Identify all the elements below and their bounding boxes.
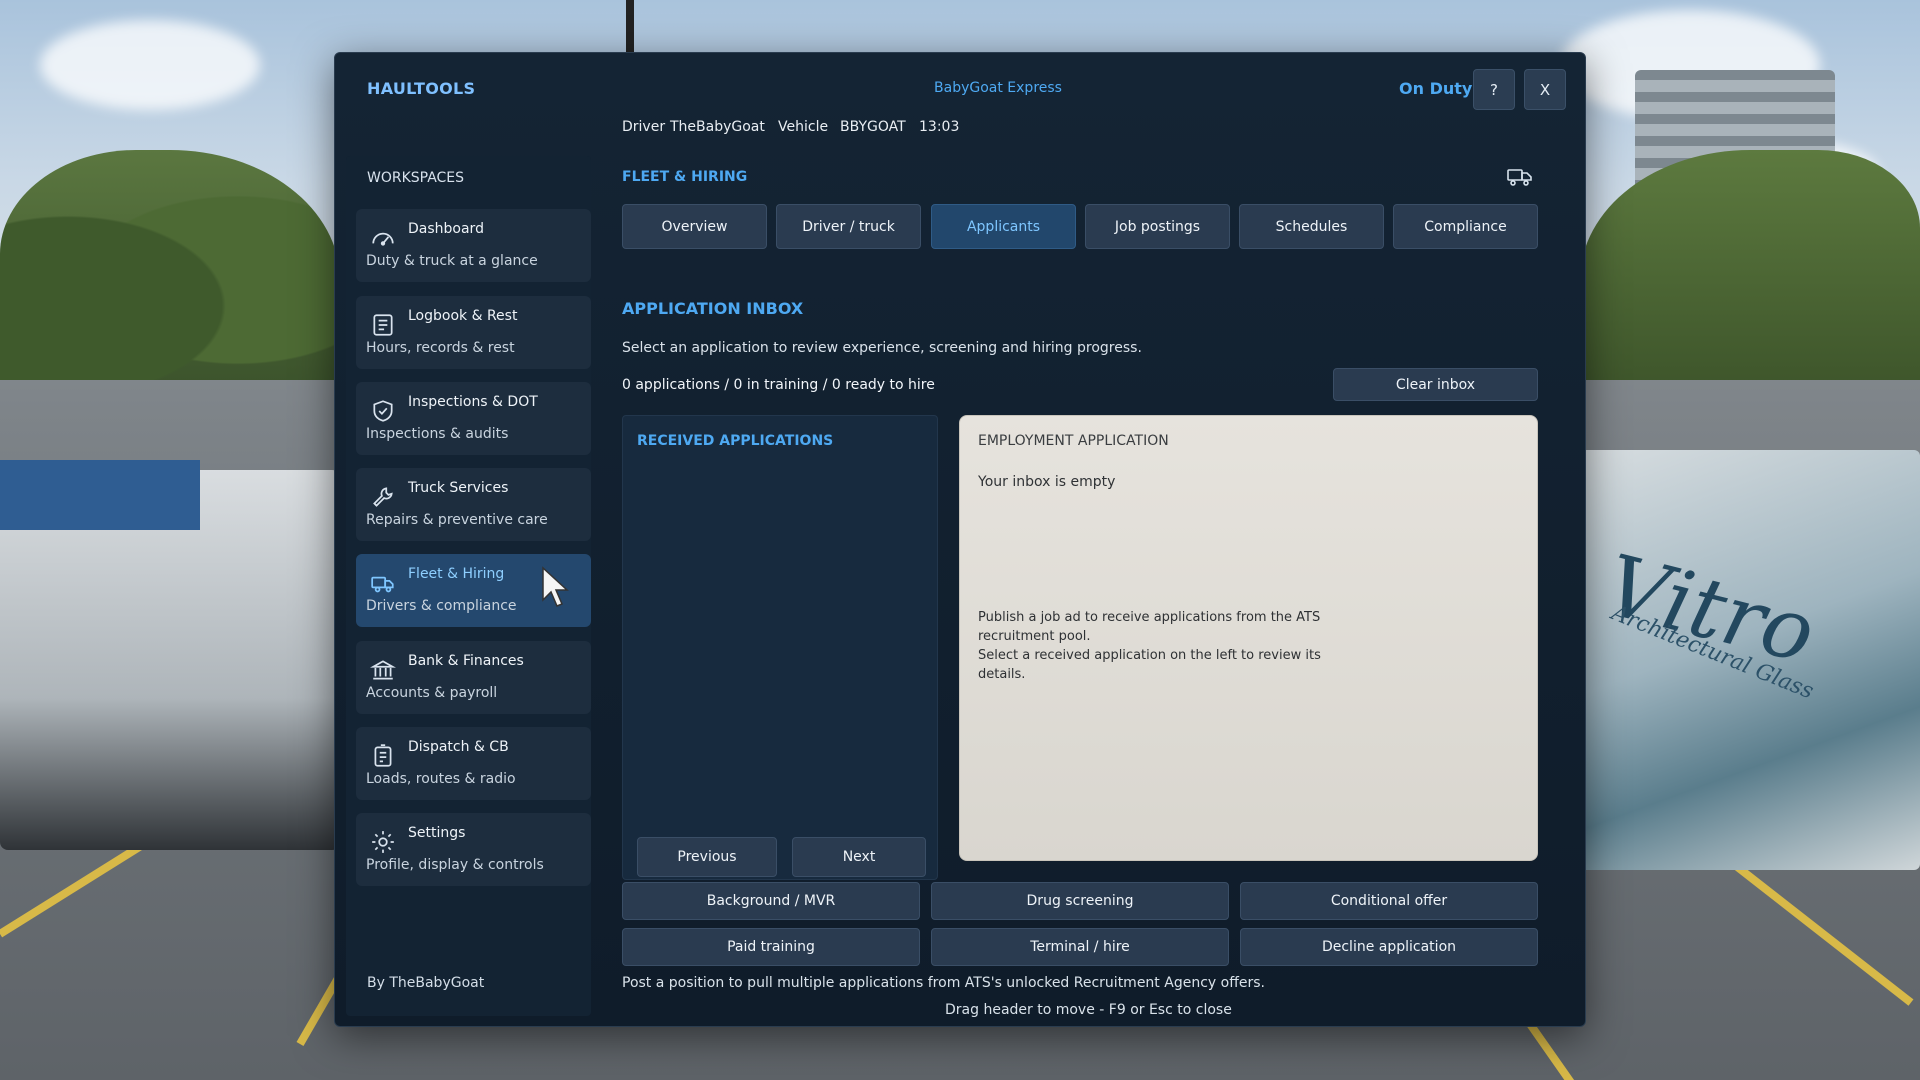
clear-inbox-button[interactable]: Clear inbox [1333, 368, 1538, 401]
tree-line-right [1580, 150, 1920, 410]
trailer-left-top [0, 460, 200, 530]
mouse-cursor-icon [542, 566, 569, 607]
sidebar-item-logbook[interactable]: Logbook & Rest Hours, records & rest [356, 296, 591, 369]
clock: 13:03 [919, 119, 960, 135]
sidebar-item-sub: Repairs & preventive care [366, 512, 548, 528]
author-byline: By TheBabyGoat [367, 975, 485, 991]
truck-icon [370, 570, 396, 596]
received-applications-list[interactable]: RECEIVED APPLICATIONS Previous Next [622, 415, 938, 880]
conditional-offer-button[interactable]: Conditional offer [1240, 882, 1538, 920]
tab-schedules[interactable]: Schedules [1239, 204, 1384, 249]
truck-icon [1507, 167, 1533, 187]
sidebar-item-label: Dispatch & CB [408, 739, 509, 755]
sidebar-item-inspections[interactable]: Inspections & DOT Inspections & audits [356, 382, 591, 455]
sidebar-item-dashboard[interactable]: Dashboard Duty & truck at a glance [356, 209, 591, 282]
application-hint-line: Publish a job ad to receive applications… [978, 610, 1321, 644]
employment-application-panel: EMPLOYMENT APPLICATION Your inbox is emp… [959, 415, 1538, 861]
previous-button[interactable]: Previous [637, 837, 777, 877]
inbox-description: Select an application to review experien… [622, 340, 1142, 356]
sidebar-item-label: Inspections & DOT [408, 394, 538, 410]
decline-application-button[interactable]: Decline application [1240, 928, 1538, 966]
sidebar-item-bank[interactable]: Bank & Finances Accounts & payroll [356, 641, 591, 714]
footer-note: Post a position to pull multiple applica… [622, 975, 1265, 991]
sidebar-item-truck-services[interactable]: Truck Services Repairs & preventive care [356, 468, 591, 541]
company-name: BabyGoat Express [934, 80, 1062, 96]
sidebar-item-sub: Inspections & audits [366, 426, 509, 442]
driver-label: Driver [622, 119, 666, 135]
sidebar-item-sub: Hours, records & rest [366, 340, 515, 356]
sidebar-item-dispatch[interactable]: Dispatch & CB Loads, routes & radio [356, 727, 591, 800]
duty-status: On Duty [1399, 79, 1473, 98]
sidebar-item-label: Truck Services [408, 480, 509, 496]
haultools-window[interactable]: HAULTOOLS BabyGoat Express On Duty ? X D… [334, 52, 1586, 1027]
section-title: FLEET & HIRING [622, 169, 748, 185]
application-hint-line: Select a received application on the lef… [978, 648, 1321, 682]
tab-compliance[interactable]: Compliance [1393, 204, 1538, 249]
application-title: EMPLOYMENT APPLICATION [978, 433, 1169, 449]
tab-driver-truck[interactable]: Driver / truck [776, 204, 921, 249]
background-mvr-button[interactable]: Background / MVR [622, 882, 920, 920]
driver-name: TheBabyGoat [670, 119, 765, 135]
sidebar-item-sub: Accounts & payroll [366, 685, 498, 701]
tab-job-postings[interactable]: Job postings [1085, 204, 1230, 249]
tab-overview[interactable]: Overview [622, 204, 767, 249]
application-hint: Publish a job ad to receive applications… [978, 608, 1338, 684]
sidebar-item-sub: Loads, routes & radio [366, 771, 516, 787]
sidebar-item-label: Bank & Finances [408, 653, 524, 669]
next-button[interactable]: Next [792, 837, 926, 877]
terminal-hire-button[interactable]: Terminal / hire [931, 928, 1229, 966]
bank-icon [369, 657, 397, 683]
sidebar-item-label: Fleet & Hiring [408, 566, 505, 582]
tree-line-left [0, 150, 340, 410]
sidebar-item-label: Dashboard [408, 221, 484, 237]
shield-check-icon [370, 398, 396, 424]
gauge-icon [370, 225, 396, 251]
sidebar-item-sub: Profile, display & controls [366, 857, 544, 873]
sidebar-item-settings[interactable]: Settings Profile, display & controls [356, 813, 591, 886]
gear-icon [370, 829, 396, 855]
drug-screening-button[interactable]: Drug screening [931, 882, 1229, 920]
app-brand: HAULTOOLS [367, 79, 476, 98]
received-title: RECEIVED APPLICATIONS [637, 433, 834, 449]
inbox-counts: 0 applications / 0 in training / 0 ready… [622, 377, 935, 393]
dispatch-icon [370, 743, 396, 769]
sidebar-item-label: Settings [408, 825, 466, 841]
application-empty-state: Your inbox is empty [978, 474, 1116, 490]
sidebar-item-label: Logbook & Rest [408, 308, 518, 324]
drag-hint: Drag header to move - F9 or Esc to close [945, 1002, 1232, 1018]
cloud [40, 20, 260, 110]
inbox-title: APPLICATION INBOX [622, 299, 804, 318]
wrench-icon [370, 484, 396, 510]
close-button[interactable]: X [1524, 69, 1566, 110]
sidebar-item-sub: Drivers & compliance [366, 598, 517, 614]
sidebar-title: WORKSPACES [367, 170, 465, 186]
logbook-icon [370, 312, 396, 338]
vehicle-label: Vehicle [778, 119, 829, 135]
help-button[interactable]: ? [1473, 69, 1515, 110]
sidebar-item-sub: Duty & truck at a glance [366, 253, 538, 269]
tab-applicants[interactable]: Applicants [931, 204, 1076, 249]
paid-training-button[interactable]: Paid training [622, 928, 920, 966]
vehicle-id: BBYGOAT [840, 119, 906, 135]
light-pole [626, 0, 634, 52]
